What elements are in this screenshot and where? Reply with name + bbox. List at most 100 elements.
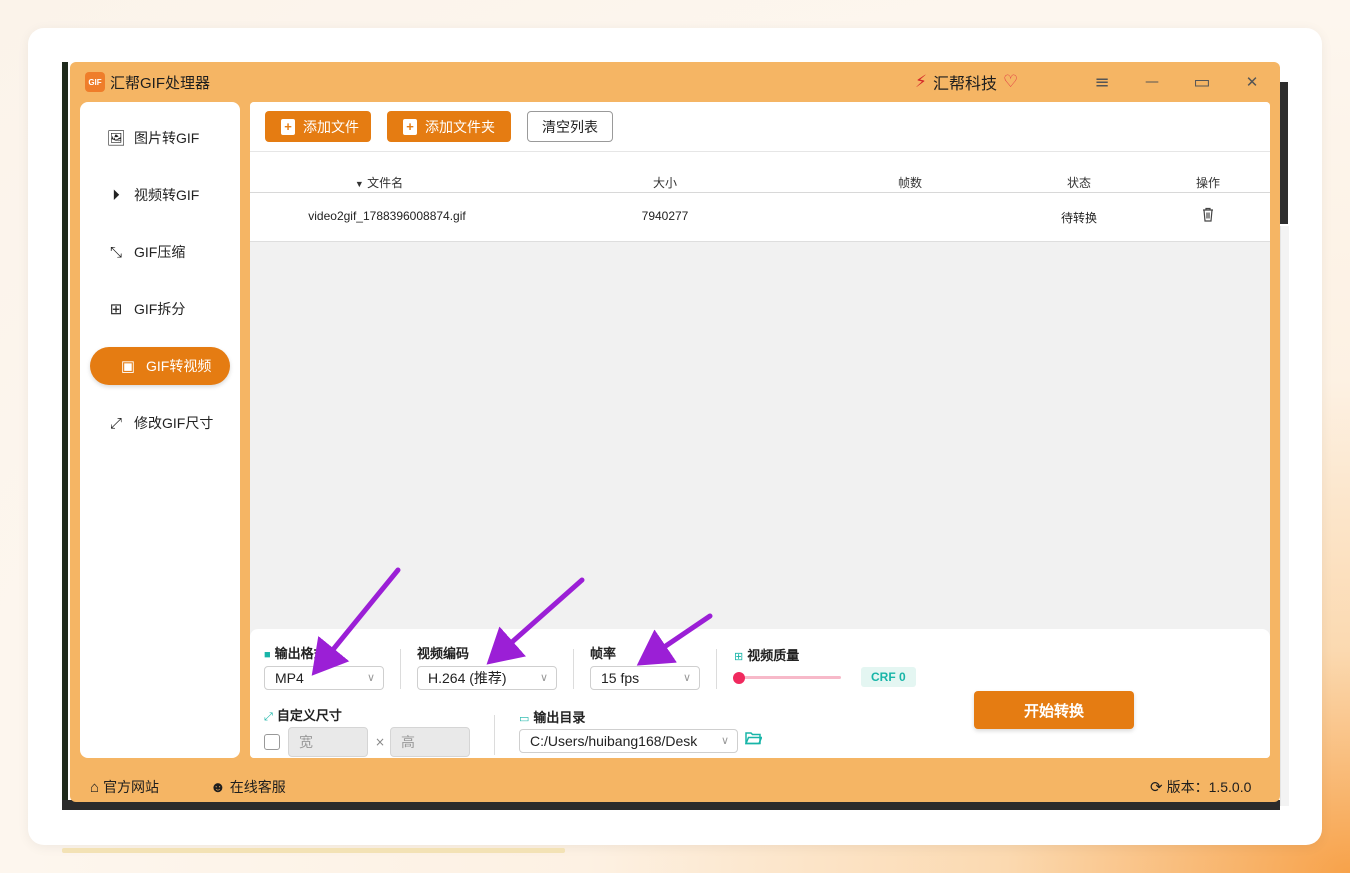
add-folder-button[interactable]: + 添加文件夹 [387,111,511,142]
video-codec-value: H.264 (推荐) [428,670,507,686]
sidebar-item-gif-split[interactable]: ⊞ GIF拆分 [90,290,230,328]
crf-slider-track[interactable] [739,676,841,679]
output-dir-label: ▭ 输出目录 [519,710,586,725]
settings-panel: ■ 输出格式 MP4 ∨ 视频编码 H.264 (推荐) ∨ 帧率 15 fps … [250,629,1270,758]
resize-icon: ⤢ [109,414,122,432]
sidebar: 🖼 图片转GIF ⏵ 视频转GIF ⤡ GIF压缩 ⊞ GIF拆分 ▣ GIF转… [80,102,240,758]
cell-size: 7940277 [641,209,689,223]
add-file-button[interactable]: + 添加文件 [265,111,371,142]
output-format-label: ■ 输出格式 [264,646,327,661]
column-header-frames[interactable]: 帧数 [898,174,922,191]
divider [573,649,574,689]
sidebar-item-image-to-gif[interactable]: 🖼 图片转GIF [90,119,230,157]
frame-rate-label: 帧率 [590,646,617,661]
app-logo-icon: GIF [85,72,105,92]
app-window: GIF 汇帮GIF处理器 ⚡ 汇帮科技 ♡ ≡ — ▭ ✕ 🖼 图片转GIF ⏵… [70,62,1280,802]
sidebar-item-video-to-gif[interactable]: ⏵ 视频转GIF [90,176,230,214]
add-folder-icon: + [403,118,417,135]
headset-icon: ☻ [210,778,226,796]
menu-icon[interactable]: ≡ [1088,70,1116,94]
crf-slider-handle[interactable] [733,672,745,684]
sidebar-item-gif-compress[interactable]: ⤡ GIF压缩 [90,233,230,271]
video-codec-select[interactable]: H.264 (推荐) ∨ [417,666,557,690]
sidebar-item-label: 修改GIF尺寸 [134,415,214,431]
divider [400,649,401,689]
home-icon: ⌂ [90,778,100,796]
official-website-link[interactable]: ⌂ 官方网站 [90,777,159,797]
brand[interactable]: ⚡ 汇帮科技 ♡ [915,70,1018,94]
divider [716,649,717,689]
width-input[interactable]: 宽 [288,727,368,757]
main-panel: + 添加文件 + 添加文件夹 清空列表 ▼ 文件名 大小 帧数 状态 操作 vi… [250,102,1270,758]
title-bar: GIF 汇帮GIF处理器 ⚡ 汇帮科技 ♡ ≡ — ▭ ✕ [70,62,1280,102]
chevron-down-icon: ∨ [366,672,375,684]
add-file-icon: + [281,118,295,135]
sidebar-item-gif-resize[interactable]: ⤢ 修改GIF尺寸 [90,404,230,442]
add-folder-label: 添加文件夹 [425,118,495,135]
cell-filename: video2gif_1788396008874.gif [308,209,466,223]
output-dir-value: C:/Users/huibang168/Desk [530,733,698,749]
background-window-edge [62,62,68,810]
custom-size-checkbox[interactable] [264,734,280,750]
toolbar: + 添加文件 + 添加文件夹 清空列表 [250,102,1270,152]
image-icon: 🖼 [106,130,126,147]
column-label: 文件名 [367,176,404,190]
video-quality-label: ⊞ 视频质量 [734,648,800,663]
start-convert-button[interactable]: 开始转换 [974,691,1134,729]
quality-grid-icon: ⊞ [734,651,744,663]
frame-rate-value: 15 fps [601,670,640,686]
cell-status: 待转换 [1060,211,1098,225]
divider [494,715,495,755]
chevron-down-icon: ∨ [539,672,548,684]
minimize-icon[interactable]: — [1138,70,1166,94]
split-icon: ⊞ [109,301,123,318]
column-header-size[interactable]: 大小 [653,174,677,191]
version-label: 版本：1.5.0.0 [1166,779,1252,795]
vip-heart-icon[interactable]: ♡ [1003,72,1018,92]
maximize-icon[interactable]: ▭ [1188,70,1216,94]
video-camera-icon: ▣ [120,358,136,375]
folder-icon: ▭ [519,713,530,725]
output-dir-select[interactable]: C:/Users/huibang168/Desk ∨ [519,729,738,753]
chevron-down-icon: ∨ [717,730,729,752]
output-format-select[interactable]: MP4 ∨ [264,666,384,690]
video-codec-label: 视频编码 [417,646,470,661]
background-window-edge [1280,226,1289,806]
sort-desc-icon: ▼ [354,179,364,189]
custom-size-label: ⤢ 自定义尺寸 [264,708,342,723]
online-support-link[interactable]: ☻ 在线客服 [210,777,286,797]
brand-logo-icon: ⚡ [915,72,927,92]
chevron-down-icon: ∨ [682,672,691,684]
brand-name: 汇帮科技 [932,76,997,93]
sidebar-item-label: 视频转GIF [134,187,200,203]
sidebar-item-label: 图片转GIF [134,130,200,146]
online-support-label: 在线客服 [229,779,286,795]
clear-list-button[interactable]: 清空列表 [527,111,613,142]
add-file-label: 添加文件 [303,118,359,135]
sidebar-item-label: GIF转视频 [146,358,212,374]
refresh-icon: ⟳ [1150,779,1163,796]
background-window-edge [1280,82,1288,224]
output-format-value: MP4 [275,670,304,686]
trash-icon[interactable] [1201,207,1215,225]
column-header-filename[interactable]: ▼ 文件名 [355,174,403,191]
footer: ⌂ 官方网站 ☻ 在线客服 ⟳ 版本：1.5.0.0 [70,768,1280,802]
version-info[interactable]: ⟳ 版本：1.5.0.0 [1150,777,1251,797]
times-symbol: × [375,735,386,749]
official-website-label: 官方网站 [103,779,160,795]
close-icon[interactable]: ✕ [1238,70,1266,94]
app-title: 汇帮GIF处理器 [110,75,210,92]
sidebar-item-label: GIF压缩 [134,244,186,260]
open-folder-icon[interactable] [744,731,763,749]
sidebar-item-gif-to-video[interactable]: ▣ GIF转视频 [90,347,230,385]
column-header-actions: 操作 [1195,176,1221,190]
compress-arrows-icon: ⤡ [109,243,122,261]
sidebar-item-label: GIF拆分 [134,301,186,317]
frame-rate-select[interactable]: 15 fps ∨ [590,666,700,690]
table-row[interactable]: video2gif_1788396008874.gif 7940277 待转换 [250,193,1270,242]
decorative-underline [62,848,565,853]
play-circle-icon: ⏵ [112,186,120,204]
video-icon: ■ [264,649,271,661]
column-header-status[interactable]: 状态 [1067,174,1091,191]
height-input[interactable]: 高 [390,727,470,757]
